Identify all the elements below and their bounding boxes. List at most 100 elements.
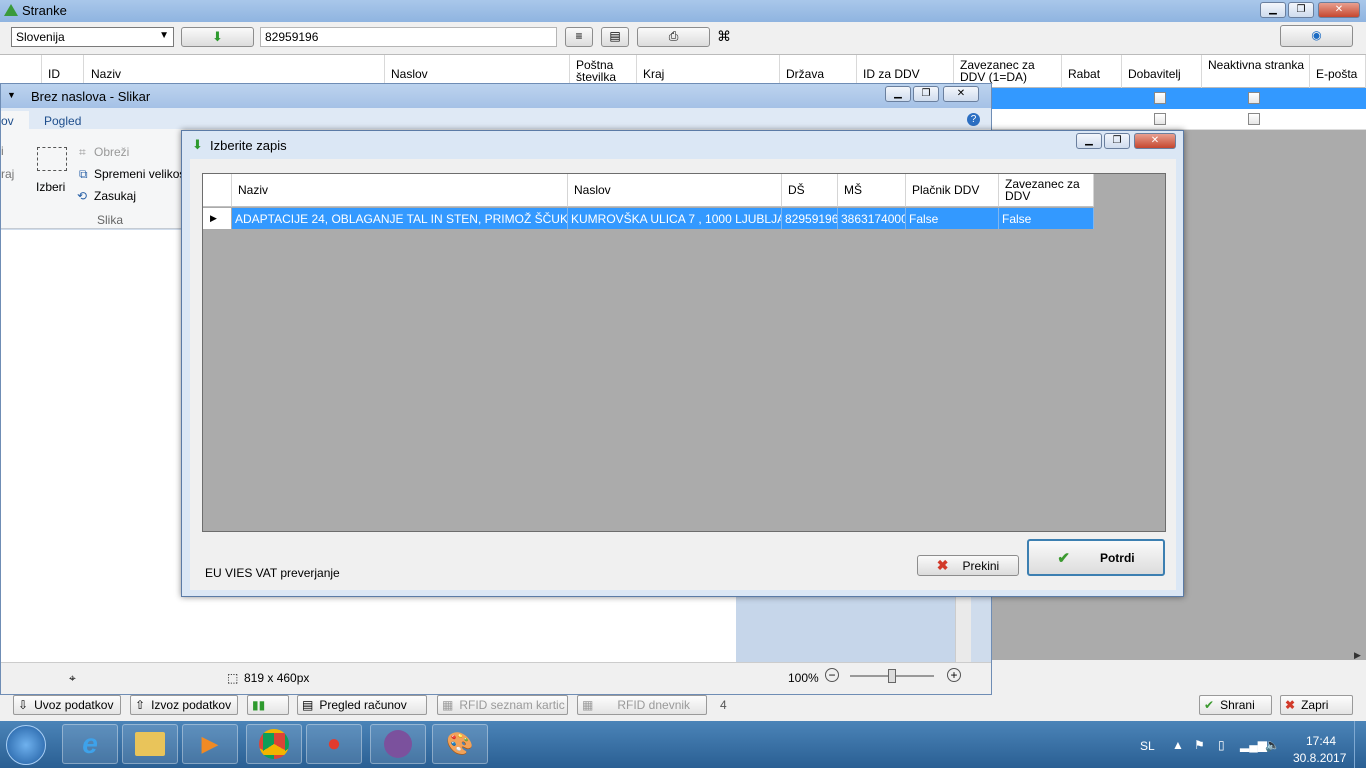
zoom-slider-thumb[interactable]: [888, 669, 896, 683]
col-naslov[interactable]: Naslov: [568, 174, 782, 207]
save-button[interactable]: ✔ Shrani: [1199, 695, 1272, 715]
country-select[interactable]: Slovenija ▼: [11, 27, 174, 47]
signal-icon[interactable]: ▂▄▆: [1240, 738, 1267, 752]
paint-minimize-button[interactable]: ▁: [885, 86, 911, 102]
cancel-button[interactable]: ✖ Prekini: [917, 555, 1019, 576]
maximize-button[interactable]: ❐: [1288, 2, 1314, 18]
neaktivna-checkbox[interactable]: [1248, 92, 1260, 104]
col-ds[interactable]: DŠ: [782, 174, 838, 207]
col-eposta[interactable]: E-pošta: [1310, 55, 1366, 89]
battery-icon[interactable]: ▯: [1218, 738, 1225, 752]
minimize-button[interactable]: ▁: [1260, 2, 1286, 18]
dobavitelj-checkbox[interactable]: [1154, 92, 1166, 104]
chrome-icon[interactable]: [246, 724, 302, 764]
confirm-button[interactable]: ✔ Potrdi: [1027, 539, 1165, 576]
col-zavezanec[interactable]: Zavezanec za DDV: [999, 174, 1094, 207]
grid-icon: ▤: [609, 29, 621, 43]
media-player-icon[interactable]: ▶: [182, 724, 238, 764]
binoculars-icon[interactable]: ⌘: [717, 28, 731, 45]
invoices-label: Pregled računov: [319, 698, 407, 712]
close-label: Zapri: [1301, 698, 1329, 712]
chevron-down-icon: ▼: [159, 30, 169, 41]
select-icon[interactable]: [37, 147, 67, 171]
col-rabat[interactable]: Rabat: [1062, 55, 1122, 89]
cell-ds[interactable]: 82959196: [782, 208, 838, 229]
view-button[interactable]: ◉: [1280, 25, 1353, 47]
dialog-title-bar: ⬇ Izberite zapis ▁ ❐ ✕: [182, 131, 1183, 159]
resize-button[interactable]: Spremeni velikost: [94, 167, 189, 181]
bottom-bar: ⇩ Uvoz podatkov ⇧ Izvoz podatkov ▮▮ ▤ Pregl…: [0, 695, 1366, 719]
zoom-in-icon[interactable]: +: [947, 668, 961, 682]
dialog-minimize-button[interactable]: ▁: [1076, 133, 1102, 149]
start-button[interactable]: [6, 725, 46, 765]
export-icon: ⇧: [135, 698, 146, 712]
dialog-close-button[interactable]: ✕: [1134, 133, 1176, 149]
cell-zavezanec[interactable]: False: [999, 208, 1094, 229]
neaktivna-checkbox[interactable]: [1248, 113, 1260, 125]
rotate-button[interactable]: Zasukaj: [94, 189, 136, 203]
cell-placnik[interactable]: False: [906, 208, 999, 229]
paint-title: Brez naslova - Slikar: [31, 89, 151, 104]
close-app-button[interactable]: ✖ Zapri: [1280, 695, 1353, 715]
viber-icon[interactable]: [370, 724, 426, 764]
record-count: 4: [720, 698, 727, 712]
col-dobavitelj[interactable]: Dobavitelj: [1122, 55, 1202, 89]
group-label: Slika: [97, 213, 124, 227]
import-label: Uvoz podatkov: [34, 698, 114, 712]
tab-view[interactable]: Pogled: [44, 114, 81, 128]
invoices-button[interactable]: ▤ Pregled računov: [297, 695, 427, 715]
dobavitelj-checkbox[interactable]: [1154, 113, 1166, 125]
explorer-icon[interactable]: [122, 724, 178, 764]
cell-naslov[interactable]: KUMROVŠKA ULICA 7 , 1000 LJUBLJANA: [568, 208, 782, 229]
import-button[interactable]: ⇩ Uvoz podatkov: [13, 695, 121, 715]
quick-access-icon[interactable]: ▼: [7, 90, 16, 100]
volume-icon[interactable]: 🔈: [1265, 738, 1280, 752]
dialog-maximize-button[interactable]: ❐: [1104, 133, 1130, 149]
paint-maximize-button[interactable]: ❐: [913, 86, 939, 102]
show-desktop-button[interactable]: [1354, 721, 1366, 768]
image-size: 819 x 460px: [244, 671, 310, 685]
grid-button[interactable]: ▤: [601, 27, 629, 47]
ie-icon[interactable]: e: [62, 724, 118, 764]
cell-ms[interactable]: 3863174000: [838, 208, 906, 229]
scroll-right-icon[interactable]: ▶: [1354, 650, 1366, 664]
col-neaktivna[interactable]: Neaktivna stranka: [1202, 55, 1310, 89]
print-button[interactable]: ⎙: [637, 27, 710, 47]
close-button[interactable]: ✕: [1318, 2, 1360, 18]
col-placnik[interactable]: Plačnik DDV: [906, 174, 999, 207]
vies-label: EU VIES VAT preverjanje: [205, 566, 340, 580]
rfid-cards-button[interactable]: ▦ RFID seznam kartic: [437, 695, 568, 715]
paint-icon[interactable]: 🎨: [432, 724, 488, 764]
help-icon[interactable]: ?: [967, 113, 980, 126]
select-label[interactable]: Izberi: [36, 180, 65, 194]
clock-date[interactable]: 30.8.2017: [1293, 751, 1346, 765]
export-button[interactable]: ⇧ Izvoz podatkov: [130, 695, 238, 715]
flag-icon[interactable]: ⚑: [1194, 738, 1205, 752]
col-naziv[interactable]: Naziv: [232, 174, 568, 207]
rfid-cards-label: RFID seznam kartic: [459, 698, 565, 712]
language-indicator[interactable]: SL: [1140, 739, 1155, 753]
tab-home[interactable]: ov: [1, 111, 29, 130]
cancel-label: Prekini: [962, 558, 1000, 573]
download-button[interactable]: ⬇: [181, 27, 254, 47]
checkmark-icon: ✔: [1057, 549, 1070, 567]
download-icon: ⬇: [212, 29, 223, 44]
paint-close-button[interactable]: ✕: [943, 86, 979, 102]
rfid-icon: ▦: [582, 698, 594, 712]
current-row-icon[interactable]: ▶: [203, 208, 232, 229]
cell-naziv[interactable]: ADAPTACIJE 24, OBLAGANJE TAL IN STEN, PR…: [232, 208, 568, 229]
vat-input-value: 82959196: [265, 30, 319, 44]
rfid-log-button[interactable]: ▦ RFID dnevnik: [577, 695, 707, 715]
clock-time[interactable]: 17:44: [1306, 734, 1336, 748]
list-button[interactable]: ≡: [565, 27, 593, 47]
app-icon[interactable]: ●: [306, 724, 362, 764]
paint-tabs: ov Pogled ?: [1, 108, 991, 130]
show-hidden-icon[interactable]: ▲: [1172, 738, 1184, 752]
chart-button[interactable]: ▮▮: [247, 695, 289, 715]
dialog-body: Naziv Naslov DŠ MŠ Plačnik DDV Zavezanec…: [190, 159, 1176, 590]
zoom-out-icon[interactable]: −: [825, 668, 839, 682]
printer-icon: ⎙: [668, 29, 679, 43]
col-ms[interactable]: MŠ: [838, 174, 906, 207]
crop-button[interactable]: Obreži: [94, 145, 129, 159]
vat-input[interactable]: 82959196: [260, 27, 557, 47]
